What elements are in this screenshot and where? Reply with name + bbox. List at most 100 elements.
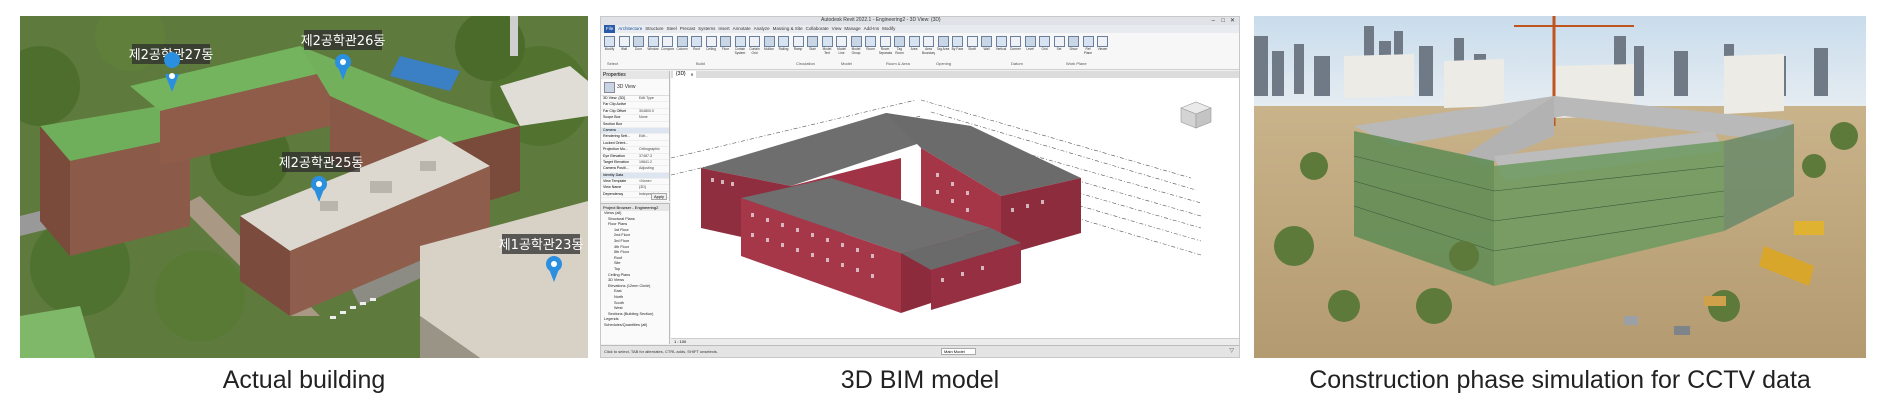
caption-actual-building: Actual building (222, 366, 386, 394)
close-icon[interactable]: ✕ (1230, 17, 1235, 25)
menu-tab-massing-site[interactable]: Massing & Site (773, 25, 803, 33)
model-canvas[interactable] (671, 78, 1239, 338)
properties-panel: Properties 3D View 3D View: {3D} Edit Typ… (601, 71, 670, 207)
ribbon-group-datum: Datum (1011, 61, 1023, 66)
ribbon-tool-component[interactable]: Component (661, 35, 674, 61)
ribbon-tool-level[interactable]: Level (1024, 35, 1037, 61)
ribbon-tool-dormer[interactable]: Dormer (1009, 35, 1022, 61)
apply-button[interactable]: Apply (650, 193, 667, 200)
ribbon-tool-wall[interactable]: Wall (980, 35, 993, 61)
ribbon-tool-curtain-grid[interactable]: Curtain Grid (748, 35, 761, 61)
property-value (639, 173, 669, 178)
tool-label: Wall (983, 47, 990, 51)
ribbon-tools: Modify Wall Door WindowComponentColumn Roof C… (603, 35, 1123, 61)
ribbon-tool-stair[interactable]: Stair (806, 35, 819, 61)
menu-tab-modify[interactable]: Modify (882, 25, 895, 33)
tool-label: Tag Area (936, 47, 950, 51)
ribbon-tool-room[interactable]: Room (864, 35, 877, 61)
menu-tab-architecture[interactable]: Architecture (618, 25, 642, 33)
ribbon-tool-wall[interactable]: Wall (618, 35, 631, 61)
scale-label[interactable]: 1 : 100 (674, 339, 686, 344)
ribbon-tool-vertical[interactable]: Vertical (995, 35, 1008, 61)
property-value (639, 128, 669, 133)
tool-label: Vertical (995, 47, 1007, 51)
project-browser-title: Project Browser - Engineering2 (601, 204, 669, 211)
pin-label-26: 제2공학관26동 (301, 34, 386, 49)
tool-label: Viewer (1097, 47, 1108, 51)
property-name: Eye Elevation (603, 153, 625, 158)
ribbon-tool-area-boundary[interactable]: Area Boundary (922, 35, 935, 61)
tool-icon (850, 36, 862, 47)
browser-item[interactable]: Schedules/Quantities (all) (601, 323, 669, 329)
tab-3d-view[interactable]: {3D} ✕ (673, 71, 696, 78)
tool-icon (1039, 36, 1050, 47)
property-name: Target Elevation (603, 159, 629, 164)
tool-icon (821, 36, 833, 47)
tool-label: Column (676, 47, 688, 51)
ribbon-tool-tag-room[interactable]: Tag Room (893, 35, 906, 61)
menu-tab-precast[interactable]: Precast (680, 25, 695, 33)
property-value: 19841.2 (639, 159, 652, 164)
ribbon-tool-modify[interactable]: Modify (603, 35, 616, 61)
menu-tab-systems[interactable]: Systems (698, 25, 715, 33)
ribbon-tool-ceiling[interactable]: Ceiling (705, 35, 718, 61)
tool-icon (995, 36, 1007, 47)
tool-label: Ref Plane (1083, 47, 1093, 55)
view-tab-label: {3D} (676, 71, 686, 77)
ribbon-tool-model-group[interactable]: Model Group (850, 35, 863, 61)
tool-icon (1053, 36, 1065, 47)
menu-tab-analyze[interactable]: Analyze (754, 25, 770, 33)
tool-label: Wall (620, 47, 628, 51)
ribbon-tool-model-text[interactable]: Model Text (821, 35, 834, 61)
ribbon-tool-shaft[interactable]: Shaft (966, 35, 979, 61)
menu-tab-view[interactable]: View (832, 25, 842, 33)
ribbon-tool-mullion[interactable]: Mullion (763, 35, 776, 61)
properties-type: 3D View (617, 84, 636, 90)
tool-icon (633, 36, 644, 47)
ribbon-tool-show[interactable]: Show (1067, 35, 1080, 61)
menu-tab-steel[interactable]: Steel (667, 25, 677, 33)
filter-icon[interactable]: ▽ (1229, 347, 1234, 354)
ribbon-tool-curtain-system[interactable]: Curtain System (734, 35, 747, 61)
tool-label: Railing (778, 47, 789, 51)
maximize-icon[interactable]: □ (1221, 17, 1225, 25)
ribbon-tool-window[interactable]: Window (647, 35, 660, 61)
ribbon-tool-viewer[interactable]: Viewer (1096, 35, 1109, 61)
ribbon-tool-area[interactable]: Area (908, 35, 921, 61)
ribbon-tool-floor[interactable]: Floor (719, 35, 732, 61)
ribbon-tool-tag-area[interactable]: Tag Area (937, 35, 950, 61)
tool-icon (749, 36, 760, 47)
minimize-icon[interactable]: – (1212, 17, 1215, 25)
ribbon-tool-column[interactable]: Column (676, 35, 689, 61)
ribbon-tool-set[interactable]: Set (1053, 35, 1066, 61)
menu-tab-file[interactable]: File (604, 25, 616, 33)
ribbon-tool-model-line[interactable]: Model Line (835, 35, 848, 61)
menu-tab-add-ins[interactable]: Add-Ins (864, 25, 880, 33)
tool-label: Grid (1041, 47, 1048, 51)
ribbon-tool-ramp[interactable]: Ramp (792, 35, 805, 61)
status-bar: Click to select, TAB for alternates, CTR… (601, 345, 1239, 357)
workset-selector[interactable]: Main Model (941, 348, 976, 355)
ribbon-tool-by-face[interactable]: By Face (951, 35, 964, 61)
menu-tab-collaborate[interactable]: Collaborate (806, 25, 829, 33)
tool-icon (647, 36, 659, 47)
status-text: Click to select, TAB for alternates, CTR… (604, 349, 718, 354)
tool-label: Ramp (793, 47, 803, 51)
view-cube-icon[interactable] (1180, 101, 1212, 129)
tool-icon (705, 36, 717, 47)
ribbon-tool-ref-plane[interactable]: Ref Plane (1082, 35, 1095, 61)
ribbon-tool-railing[interactable]: Railing (777, 35, 790, 61)
ribbon-tool-roof[interactable]: Roof (690, 35, 703, 61)
close-tab-icon[interactable]: ✕ (690, 71, 693, 78)
tool-label: Stair (809, 47, 816, 51)
ribbon-tool-grid[interactable]: Grid (1038, 35, 1051, 61)
menu-tab-annotate[interactable]: Annotate (733, 25, 751, 33)
menu-tab-insert[interactable]: Insert (718, 25, 729, 33)
properties-type-selector[interactable]: 3D View (601, 79, 669, 96)
menu-tab-structure[interactable]: Structure (645, 25, 663, 33)
property-name: Scope Box (603, 115, 621, 120)
menu-tab-manage[interactable]: Manage (844, 25, 860, 33)
ribbon-tool-door[interactable]: Door (632, 35, 645, 61)
ribbon-tool-room-separator[interactable]: Room Separator (879, 35, 892, 61)
tool-icon (604, 36, 615, 47)
